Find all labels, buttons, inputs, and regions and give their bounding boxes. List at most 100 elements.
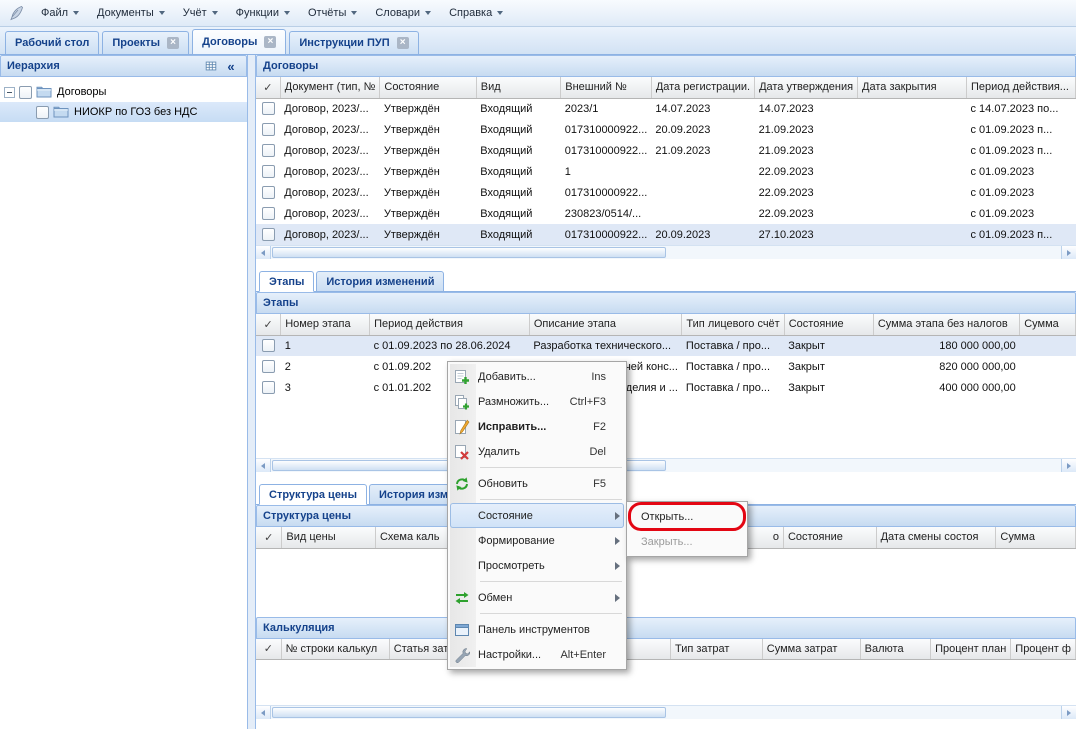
context-menu-item[interactable]: Исправить... F2 xyxy=(450,414,624,439)
context-menu-item[interactable]: Удалить Del xyxy=(450,439,624,464)
column-header[interactable]: Валюта xyxy=(860,639,930,660)
context-menu-item[interactable]: Формирование xyxy=(450,528,624,553)
scrollbar-thumb[interactable] xyxy=(272,247,666,258)
row-checkbox[interactable] xyxy=(262,165,275,178)
stage-row[interactable]: 1 с 01.09.2023 по 28.06.2024 Разработка … xyxy=(256,335,1076,356)
stages-subtab[interactable]: История изменений xyxy=(316,271,444,292)
context-menu-item[interactable]: Добавить... Ins xyxy=(450,364,624,389)
menubar-item[interactable]: Файл xyxy=(32,0,88,26)
row-checkbox[interactable] xyxy=(262,144,275,157)
tree-checkbox[interactable] xyxy=(36,106,49,119)
context-menu-item[interactable]: Просмотреть xyxy=(450,553,624,578)
column-header[interactable]: Состояние xyxy=(783,527,876,548)
stages-horizontal-scrollbar[interactable] xyxy=(256,458,1076,472)
column-header[interactable]: Состояние xyxy=(380,77,476,98)
context-menu-item[interactable] xyxy=(480,467,622,468)
scroll-left-icon[interactable] xyxy=(256,246,271,259)
column-header[interactable]: ✓ xyxy=(256,314,281,335)
tree-checkbox[interactable] xyxy=(19,86,32,99)
column-header[interactable]: Сумма xyxy=(996,527,1076,548)
tree-node[interactable]: НИОКР по ГОЗ без НДС xyxy=(0,102,247,122)
scroll-right-icon[interactable] xyxy=(1061,706,1076,719)
column-header[interactable]: Дата утверждения xyxy=(755,77,858,98)
scroll-left-icon[interactable] xyxy=(256,706,271,719)
row-checkbox[interactable] xyxy=(262,381,275,394)
column-header[interactable]: Тип затрат xyxy=(671,639,763,660)
tree-expander-icon[interactable] xyxy=(4,87,15,98)
scroll-right-icon[interactable] xyxy=(1061,459,1076,472)
menubar-item[interactable]: Учёт xyxy=(174,0,227,26)
column-header[interactable]: Период действия xyxy=(370,314,530,335)
main-tab[interactable]: Рабочий стол xyxy=(5,31,99,54)
context-menu-item[interactable]: Панель инструментов xyxy=(450,617,624,642)
context-menu-item[interactable]: Обмен xyxy=(450,585,624,610)
context-menu-item[interactable] xyxy=(480,581,622,582)
main-tab[interactable]: Проекты xyxy=(102,31,189,54)
context-menu-item[interactable]: Состояние xyxy=(450,503,624,528)
row-checkbox[interactable] xyxy=(262,228,275,241)
menubar-item[interactable]: Словари xyxy=(366,0,440,26)
contract-row[interactable]: Договор, 2023/... Утверждён Входящий 1 2… xyxy=(256,161,1076,182)
column-header[interactable]: ✓ xyxy=(256,639,281,660)
scroll-right-icon[interactable] xyxy=(1061,246,1076,259)
tree-node[interactable]: Договоры xyxy=(0,82,247,102)
column-header[interactable]: Дата смены состоя xyxy=(876,527,996,548)
context-menu-item[interactable]: Размножить... Ctrl+F3 xyxy=(450,389,624,414)
price-subtab[interactable]: Структура цены xyxy=(259,484,367,505)
contract-row[interactable]: Договор, 2023/... Утверждён Входящий 017… xyxy=(256,140,1076,161)
column-header[interactable]: Номер этапа xyxy=(281,314,370,335)
collapse-panel-icon[interactable] xyxy=(222,58,240,75)
context-menu-item[interactable] xyxy=(480,499,622,500)
contract-row[interactable]: Договор, 2023/... Утверждён Входящий 230… xyxy=(256,203,1076,224)
column-header[interactable]: Дата регистрации. xyxy=(651,77,754,98)
stages-subtab[interactable]: Этапы xyxy=(259,271,314,292)
row-checkbox[interactable] xyxy=(262,123,275,136)
context-menu-item[interactable] xyxy=(480,613,622,614)
row-checkbox[interactable] xyxy=(262,339,275,352)
context-menu-item[interactable]: Обновить F5 xyxy=(450,471,624,496)
context-menu-item[interactable]: Настройки... Alt+Enter xyxy=(450,642,624,667)
menubar-item[interactable]: Документы xyxy=(88,0,174,26)
menubar-item[interactable]: Справка xyxy=(440,0,512,26)
column-header[interactable]: Дата закрытия xyxy=(858,77,967,98)
submenu-item[interactable]: Закрыть... xyxy=(629,529,745,554)
row-checkbox[interactable] xyxy=(262,186,275,199)
column-header[interactable]: Описание этапа xyxy=(529,314,682,335)
scrollbar-thumb[interactable] xyxy=(272,707,666,718)
row-checkbox[interactable] xyxy=(262,102,275,115)
tab-close-icon[interactable] xyxy=(167,37,179,49)
tab-close-icon[interactable] xyxy=(397,37,409,49)
row-checkbox[interactable] xyxy=(262,360,275,373)
main-tab[interactable]: Договоры xyxy=(192,29,286,54)
column-header[interactable]: Сумма этапа без налогов xyxy=(873,314,1019,335)
column-header[interactable]: Процент ф xyxy=(1011,639,1076,660)
column-header[interactable]: Вид xyxy=(476,77,561,98)
row-checkbox[interactable] xyxy=(262,207,275,220)
contract-row[interactable]: Договор, 2023/... Утверждён Входящий 017… xyxy=(256,224,1076,245)
column-header[interactable]: Состояние xyxy=(784,314,873,335)
stage-row[interactable]: 3 с 01.01.202 зделия и ... Поставка / пр… xyxy=(256,377,1076,398)
tab-close-icon[interactable] xyxy=(264,36,276,48)
column-header[interactable]: Вид цены xyxy=(282,527,376,548)
contract-row[interactable]: Договор, 2023/... Утверждён Входящий 017… xyxy=(256,182,1076,203)
contracts-horizontal-scrollbar[interactable] xyxy=(256,245,1076,259)
submenu-item[interactable]: Открыть... xyxy=(629,504,745,529)
column-header[interactable]: Сумма xyxy=(1020,314,1076,335)
menubar-item[interactable]: Отчёты xyxy=(299,0,366,26)
column-header[interactable]: Документ (тип, № xyxy=(280,77,380,98)
column-header[interactable]: Тип лицевого счёт xyxy=(682,314,784,335)
scroll-left-icon[interactable] xyxy=(256,459,271,472)
calc-horizontal-scrollbar[interactable] xyxy=(256,705,1076,719)
grid-view-icon[interactable] xyxy=(202,58,220,75)
stage-row[interactable]: 2 с 01.09.202 очей конс... Поставка / пр… xyxy=(256,356,1076,377)
menubar-item[interactable]: Функции xyxy=(227,0,299,26)
main-tab[interactable]: Инструкции ПУП xyxy=(289,31,418,54)
column-header[interactable]: ✓ xyxy=(256,527,282,548)
column-header[interactable]: Период действия... xyxy=(967,77,1076,98)
contract-row[interactable]: Договор, 2023/... Утверждён Входящий 017… xyxy=(256,119,1076,140)
column-header[interactable]: Внешний № xyxy=(561,77,652,98)
contract-row[interactable]: Договор, 2023/... Утверждён Входящий 202… xyxy=(256,98,1076,119)
column-header[interactable]: № строки калькул xyxy=(281,639,389,660)
column-header[interactable]: Сумма затрат xyxy=(762,639,860,660)
column-header[interactable]: ✓ xyxy=(256,77,280,98)
